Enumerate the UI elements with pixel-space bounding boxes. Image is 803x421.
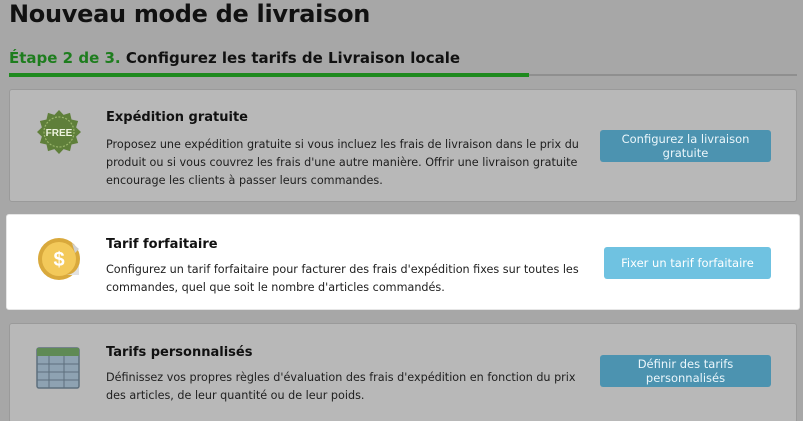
option-description: Proposez une expédition gratuite si vous… xyxy=(106,138,579,187)
free-badge-text: FREE xyxy=(46,128,73,139)
step-indicator: Étape 2 de 3. Configurez les tarifs de L… xyxy=(9,49,460,67)
free-badge-icon: FREE xyxy=(37,110,81,154)
dollar-sign: $ xyxy=(53,249,64,271)
configure-free-shipping-button[interactable]: Configurez la livraison gratuite xyxy=(600,130,771,162)
option-description: Définissez vos propres règles d'évaluati… xyxy=(106,371,576,402)
option-title: Tarifs personnalisés xyxy=(106,345,253,360)
step-title: Configurez les tarifs de Livraison local… xyxy=(125,49,461,67)
option-card-flat-rate: $ Tarif forfaitaire Configurez un tarif … xyxy=(6,214,800,310)
rate-table-icon xyxy=(36,347,80,389)
option-title: Tarif forfaitaire xyxy=(106,237,218,252)
set-flat-rate-button[interactable]: Fixer un tarif forfaitaire xyxy=(604,247,771,279)
option-card-custom-rates: Tarifs personnalisés Définissez vos prop… xyxy=(9,323,797,421)
progress-fill xyxy=(9,73,529,77)
page-title: Nouveau mode de livraison xyxy=(9,0,371,28)
option-card-free-shipping: FREE Expédition gratuite Proposez une ex… xyxy=(9,89,797,202)
define-custom-rates-button[interactable]: Définir des tarifs personnalisés xyxy=(600,355,771,387)
dollar-coin-icon: $ xyxy=(38,238,80,280)
option-description: Configurez un tarif forfaitaire pour fac… xyxy=(106,263,579,294)
option-title: Expédition gratuite xyxy=(106,110,248,125)
step-label: Étape 2 de 3. xyxy=(9,49,121,67)
